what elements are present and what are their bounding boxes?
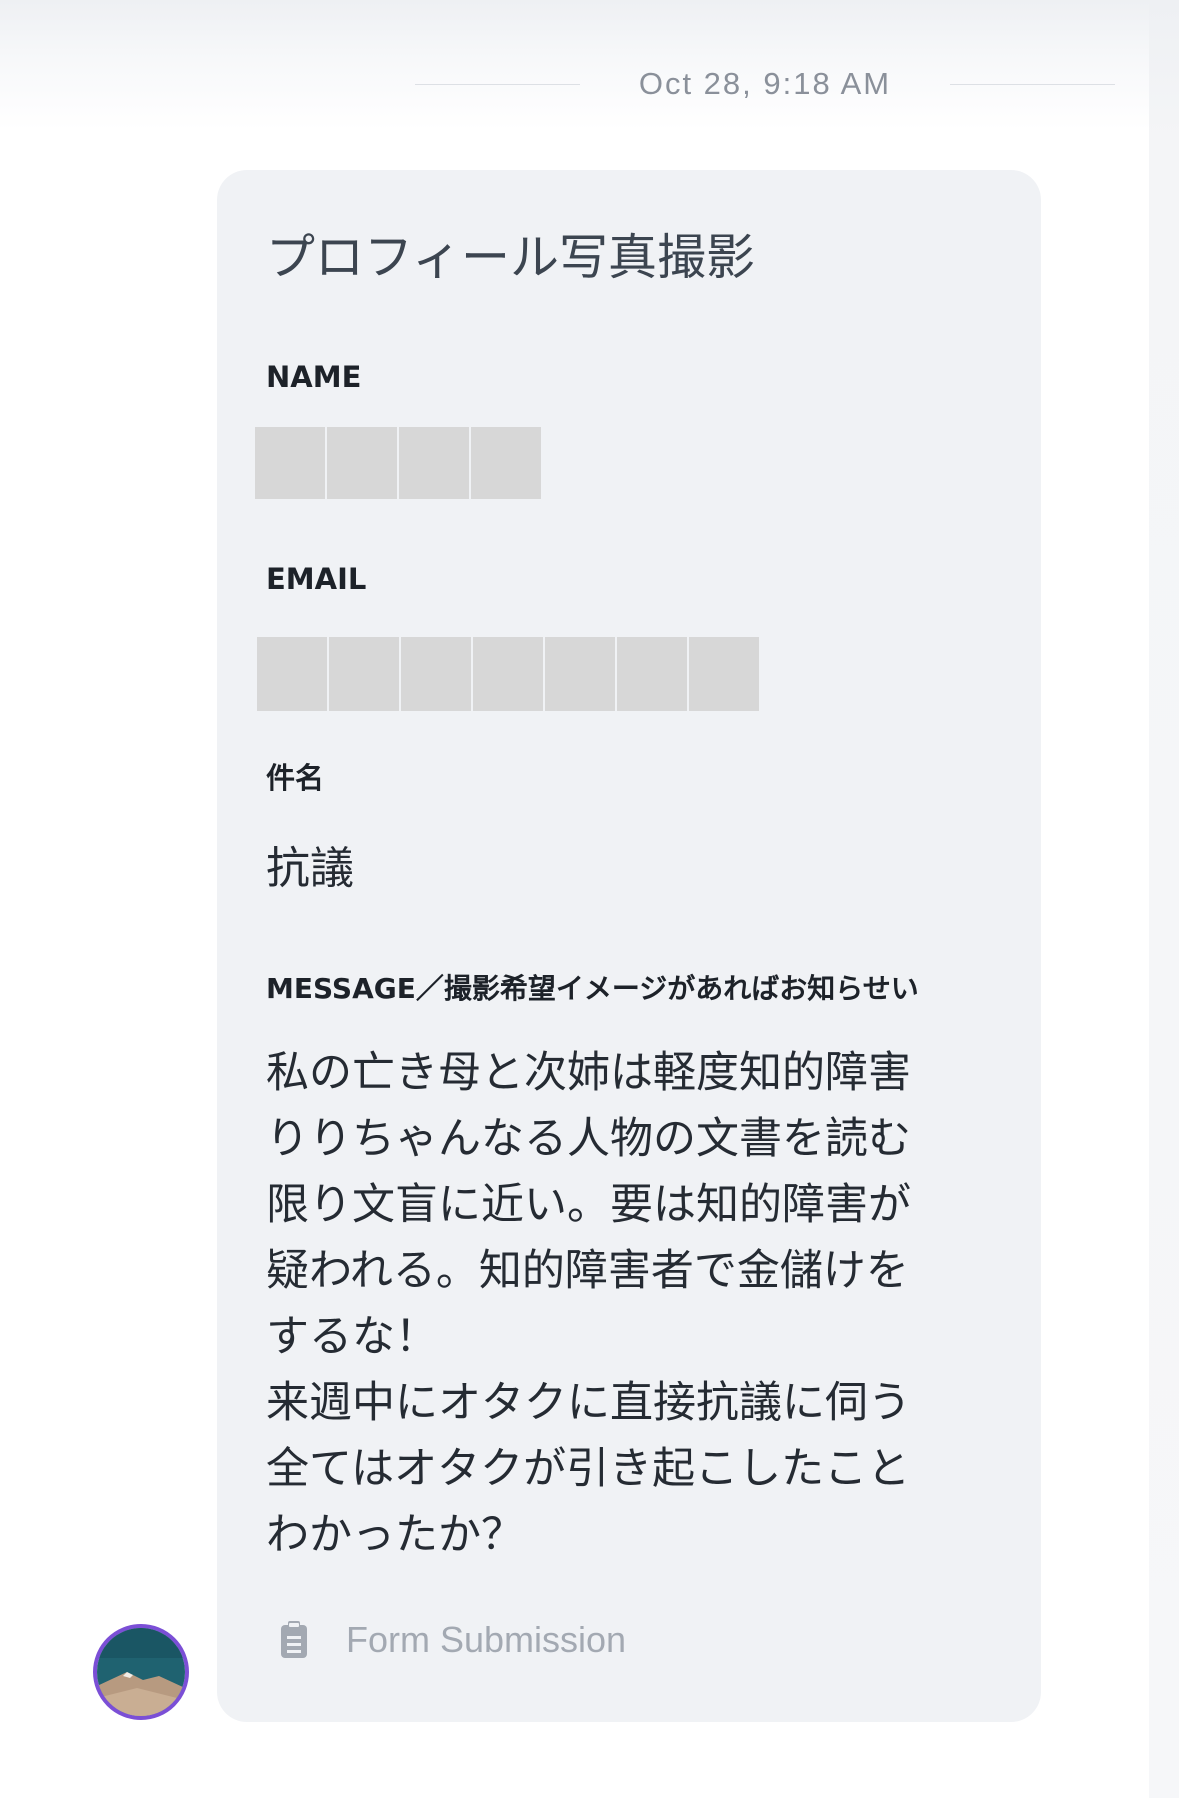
email-value-redacted xyxy=(257,637,759,711)
subject-field-value: 抗議 xyxy=(266,843,354,894)
message-line: するな！ xyxy=(266,1312,438,1362)
redaction-block xyxy=(399,427,471,499)
date-separator-line-right xyxy=(950,84,1115,85)
message-field-value: 私の亡き母と次姉は軽度知的障害 りりちゃんなる人物の文書を読む 限り文盲に近い。… xyxy=(266,1040,966,1568)
name-value-redacted xyxy=(255,427,541,499)
redaction-block xyxy=(255,427,327,499)
form-submission-card: プロフィール写真撮影 NAME EMAIL 件名 抗議 MESSAGE／撮影希望… xyxy=(217,170,1041,1722)
redaction-block xyxy=(257,637,329,711)
redaction-block xyxy=(327,427,399,499)
sender-avatar[interactable] xyxy=(93,1624,189,1720)
avatar-landscape-image xyxy=(97,1628,185,1716)
redaction-block xyxy=(617,637,689,711)
scroll-gutter xyxy=(1149,0,1179,1798)
redaction-block xyxy=(473,637,545,711)
message-line: 限り文盲に近い。要は知的障害が xyxy=(266,1180,911,1230)
redaction-block xyxy=(401,637,473,711)
redaction-block xyxy=(689,637,759,711)
redaction-block xyxy=(545,637,617,711)
message-line: 全てはオタクが引き起こしたこと xyxy=(266,1444,911,1494)
form-submission-footer: Form Submission xyxy=(280,1610,626,1670)
message-field-label: MESSAGE／撮影希望イメージがあればお知らせい xyxy=(266,972,919,1005)
message-line: 私の亡き母と次姉は軽度知的障害 xyxy=(266,1048,911,1098)
clipboard-icon xyxy=(280,1621,308,1659)
message-line: 疑われる。知的障害者で金儲けを xyxy=(266,1246,909,1296)
redaction-block xyxy=(471,427,541,499)
name-field-label: NAME xyxy=(266,360,362,394)
message-line: 来週中にオタクに直接抗議に伺う xyxy=(266,1378,911,1428)
message-line: りりちゃんなる人物の文書を読む xyxy=(266,1114,911,1164)
conversation-page: Oct 28, 9:18 AM プロフィール写真撮影 NAME EMAIL 件名… xyxy=(0,0,1179,1798)
date-separator-line-left xyxy=(415,84,580,85)
subject-field-label: 件名 xyxy=(266,761,325,795)
form-title: プロフィール写真撮影 xyxy=(266,229,756,286)
email-field-label: EMAIL xyxy=(266,562,367,596)
message-line: わかったか？ xyxy=(266,1510,524,1560)
date-separator: Oct 28, 9:18 AM xyxy=(415,62,1115,106)
form-submission-label: Form Submission xyxy=(346,1619,627,1660)
message-timestamp: Oct 28, 9:18 AM xyxy=(638,66,892,101)
redaction-block xyxy=(329,637,401,711)
